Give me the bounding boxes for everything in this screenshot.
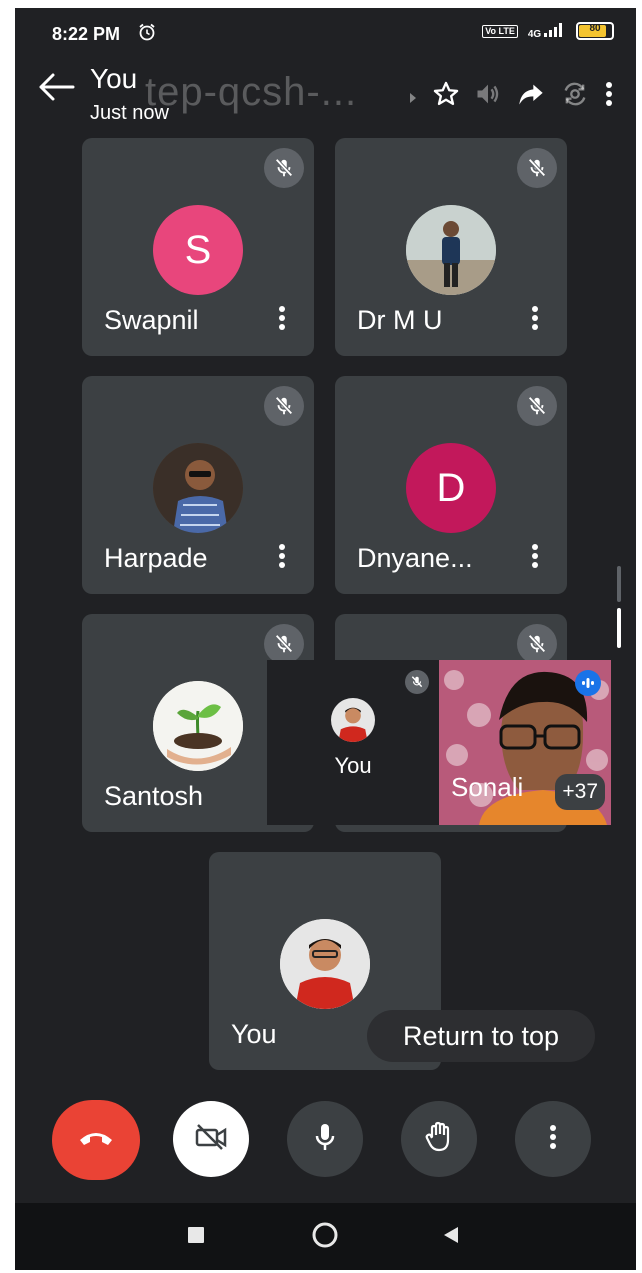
more-vert-icon[interactable] [531,543,539,574]
switch-camera-icon[interactable] [560,80,590,115]
avatar [153,443,243,533]
mic-icon [314,1122,336,1157]
meeting-title: You [90,63,138,94]
battery-level: 80 [589,23,601,34]
recents-button[interactable] [178,1219,214,1255]
participant-name: Harpade [104,543,208,573]
return-to-top-button[interactable]: Return to top [367,1010,595,1062]
meet-app-screen: 8:22 PM Vo LTE 4G 80 tep-qcsh-... You Ju… [15,8,636,1270]
avatar-initial: S [184,227,212,272]
more-options-button[interactable] [515,1101,591,1177]
chevron-right-icon [408,84,418,112]
scrollbar-track[interactable] [617,566,621,602]
pip-self-panel: You [267,660,439,825]
pip-speaker-video: Sonali +37 [439,660,611,825]
volte-badge: Vo LTE [482,24,518,38]
meeting-subtitle: Just now [90,102,169,124]
end-call-button[interactable] [52,1100,140,1180]
avatar [153,681,243,771]
hand-icon [424,1121,454,1158]
participant-tile[interactable]: Harpade [82,376,314,594]
call-controls [15,1093,636,1193]
more-vert-icon[interactable] [604,80,614,115]
alarm-icon [137,22,157,47]
more-vert-icon[interactable] [531,305,539,336]
signal-icon: 4G [527,22,566,40]
participant-name: Dnyane... [357,543,473,573]
more-vert-icon[interactable] [278,305,286,336]
mic-off-icon [517,148,557,188]
avatar [406,205,496,295]
square-icon [187,1226,205,1249]
avatar [280,919,370,1009]
more-vert-icon [549,1124,557,1155]
triangle-back-icon [441,1225,461,1250]
header-actions [408,80,614,115]
status-time: 8:22 PM [52,24,121,44]
meeting-code: tep-qcsh-... [145,70,358,114]
pip-speaker-name: Sonali [451,772,524,802]
star-icon[interactable] [432,80,460,115]
picture-in-picture[interactable]: You Sonali +37 [267,660,611,825]
mic-off-icon [264,624,304,664]
mic-off-icon [264,386,304,426]
participant-name: Swapnil [104,305,199,335]
system-nav-bar [15,1203,636,1270]
more-vert-icon[interactable] [278,543,286,574]
status-bar: 8:22 PM Vo LTE 4G 80 [15,8,636,60]
mic-off-icon [517,386,557,426]
mic-off-icon [517,624,557,664]
participant-tile[interactable]: Dr M U [335,138,567,356]
scrollbar-thumb[interactable] [617,608,621,648]
participant-name: Santosh [104,781,204,811]
participant-name: Dr M U [357,305,443,335]
video-off-icon [194,1123,228,1156]
raise-hand-button[interactable] [401,1101,477,1177]
mic-button[interactable] [287,1101,363,1177]
avatar-initial: D [436,465,466,510]
participant-name: You [231,1019,277,1049]
battery-icon: 80 [576,22,614,40]
meeting-header: tep-qcsh-... You Just now [15,60,636,130]
speaking-indicator-icon [575,670,601,696]
network-type: 4G [527,28,542,40]
home-button[interactable] [307,1219,343,1255]
avatar: D [406,443,496,533]
share-arrow-icon[interactable] [516,80,546,115]
circle-icon [311,1221,339,1254]
volume-icon[interactable] [474,80,502,115]
pip-self-label: You [334,753,372,778]
mic-off-icon [264,148,304,188]
avatar [331,698,375,742]
participant-tile[interactable]: S Swapnil [82,138,314,356]
mic-off-icon [405,670,429,694]
status-right: Vo LTE 4G 80 [482,22,614,40]
phone-hangup-icon [78,1128,114,1153]
back-button[interactable] [433,1219,469,1255]
camera-toggle-button[interactable] [173,1101,249,1177]
arrow-left-icon[interactable] [37,72,75,108]
participant-tile[interactable]: D Dnyane... [335,376,567,594]
more-participants-badge[interactable]: +37 [555,774,605,810]
avatar: S [153,205,243,295]
